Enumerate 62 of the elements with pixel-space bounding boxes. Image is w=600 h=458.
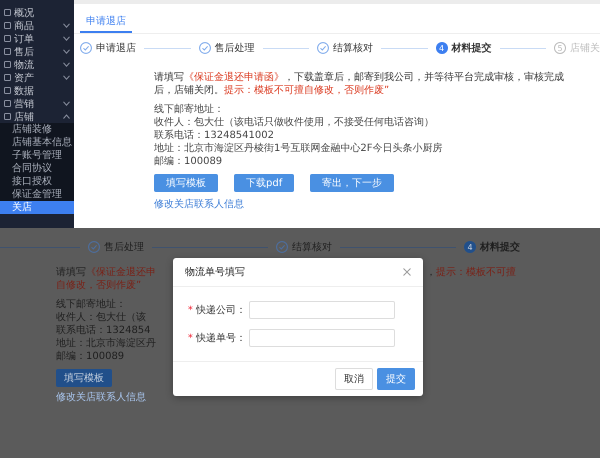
address-line: 线下邮寄地址： bbox=[56, 298, 127, 311]
square-icon bbox=[4, 9, 11, 16]
sidebar-item[interactable]: 店铺 bbox=[0, 110, 74, 123]
close-button[interactable] bbox=[403, 268, 411, 276]
step-number: 4 bbox=[436, 42, 448, 54]
address-line: 联系电话：13248541002 bbox=[154, 129, 275, 142]
submenu-item[interactable]: 关店 bbox=[0, 201, 74, 214]
input-field[interactable] bbox=[249, 301, 395, 319]
step-label: 材料提交 bbox=[452, 41, 492, 55]
step-label: 结算核对 bbox=[333, 42, 373, 55]
instruction-text: 自修改，否则作废” bbox=[56, 279, 142, 292]
field-label: * 快递单号： bbox=[188, 332, 246, 345]
address-line: 地址：北京市海淀区丹 bbox=[56, 337, 157, 350]
sidebar-item[interactable]: 订单 bbox=[0, 32, 74, 45]
step-label: 材料提交 bbox=[480, 240, 520, 254]
step-number: 5 bbox=[554, 42, 566, 54]
step-label: 申请退店 bbox=[96, 42, 136, 55]
instruction-text: 请填写《保证金退还申 bbox=[56, 266, 157, 279]
submenu-item[interactable]: 保证金管理 bbox=[0, 188, 74, 201]
sidebar-item[interactable]: 资产 bbox=[0, 71, 74, 84]
cancel-button[interactable]: 取消 bbox=[335, 368, 373, 390]
square-icon bbox=[4, 48, 11, 55]
square-icon bbox=[4, 74, 11, 81]
square-icon bbox=[4, 113, 11, 120]
address-line: 邮编：100089 bbox=[154, 155, 224, 168]
submenu-item[interactable]: 子账号管理 bbox=[0, 149, 74, 162]
square-icon bbox=[4, 100, 11, 107]
step-label: 售后处理 bbox=[214, 42, 254, 55]
submenu-item[interactable]: 接口授权 bbox=[0, 175, 74, 188]
close-icon bbox=[403, 268, 411, 276]
address-line: 邮编：100089 bbox=[56, 350, 126, 363]
edit-contact-link[interactable]: 修改关店联系人信息 bbox=[56, 390, 168, 404]
edit-contact-link[interactable]: 修改关店联系人信息 bbox=[154, 197, 244, 211]
address-line: 收件人：包大仕（该电话只做收件使用，不接受任何电话咨询） bbox=[154, 116, 435, 129]
address-line: 地址：北京市海淀区丹棱街1号互联网金融中心2F今日头条小厨房 bbox=[154, 142, 444, 155]
square-icon bbox=[4, 61, 11, 68]
address-line: 收件人：包大仕（该 bbox=[56, 311, 147, 324]
sidebar-item[interactable]: 商品 bbox=[0, 19, 74, 32]
sidebar-item[interactable]: 营销 bbox=[0, 97, 74, 110]
step-label: 店铺关 bbox=[570, 42, 600, 55]
sidebar-item[interactable]: 数据 bbox=[0, 84, 74, 97]
template-button[interactable]: 填写模板 bbox=[56, 369, 112, 387]
field-label: * 快递公司： bbox=[188, 304, 246, 317]
step-number: 4 bbox=[464, 241, 476, 253]
sidebar-item[interactable]: 概况 bbox=[0, 6, 74, 19]
dialog-title: 物流单号填写 bbox=[185, 266, 245, 279]
square-icon bbox=[4, 22, 11, 29]
sidebar-item[interactable]: 物流 bbox=[0, 58, 74, 71]
step-label: 结算核对 bbox=[292, 240, 332, 254]
submenu-item[interactable]: 店铺装修 bbox=[0, 123, 74, 136]
address-line: 线下邮寄地址： bbox=[154, 103, 225, 116]
square-icon bbox=[4, 35, 11, 42]
address-line: 联系电话：1324854 bbox=[56, 324, 152, 337]
step-label: 售后处理 bbox=[104, 240, 144, 254]
sidebar-item[interactable]: 售后 bbox=[0, 45, 74, 58]
tab[interactable]: 申请退店 bbox=[80, 12, 132, 33]
submenu-item[interactable]: 店铺基本信息 bbox=[0, 136, 74, 149]
square-icon bbox=[4, 87, 11, 94]
instruction-text: 请填写《保证金退还申请函》，下载盖章后，邮寄到我公司，并等待平台完成审核，审核完成后，店铺关闭。提示：模板不可擅自修改，否则作废” bbox=[154, 71, 565, 97]
submenu-item[interactable]: 合同协议 bbox=[0, 162, 74, 175]
instruction-text: ，提示：模板不可擅 bbox=[426, 266, 517, 279]
input-field[interactable] bbox=[249, 329, 395, 347]
